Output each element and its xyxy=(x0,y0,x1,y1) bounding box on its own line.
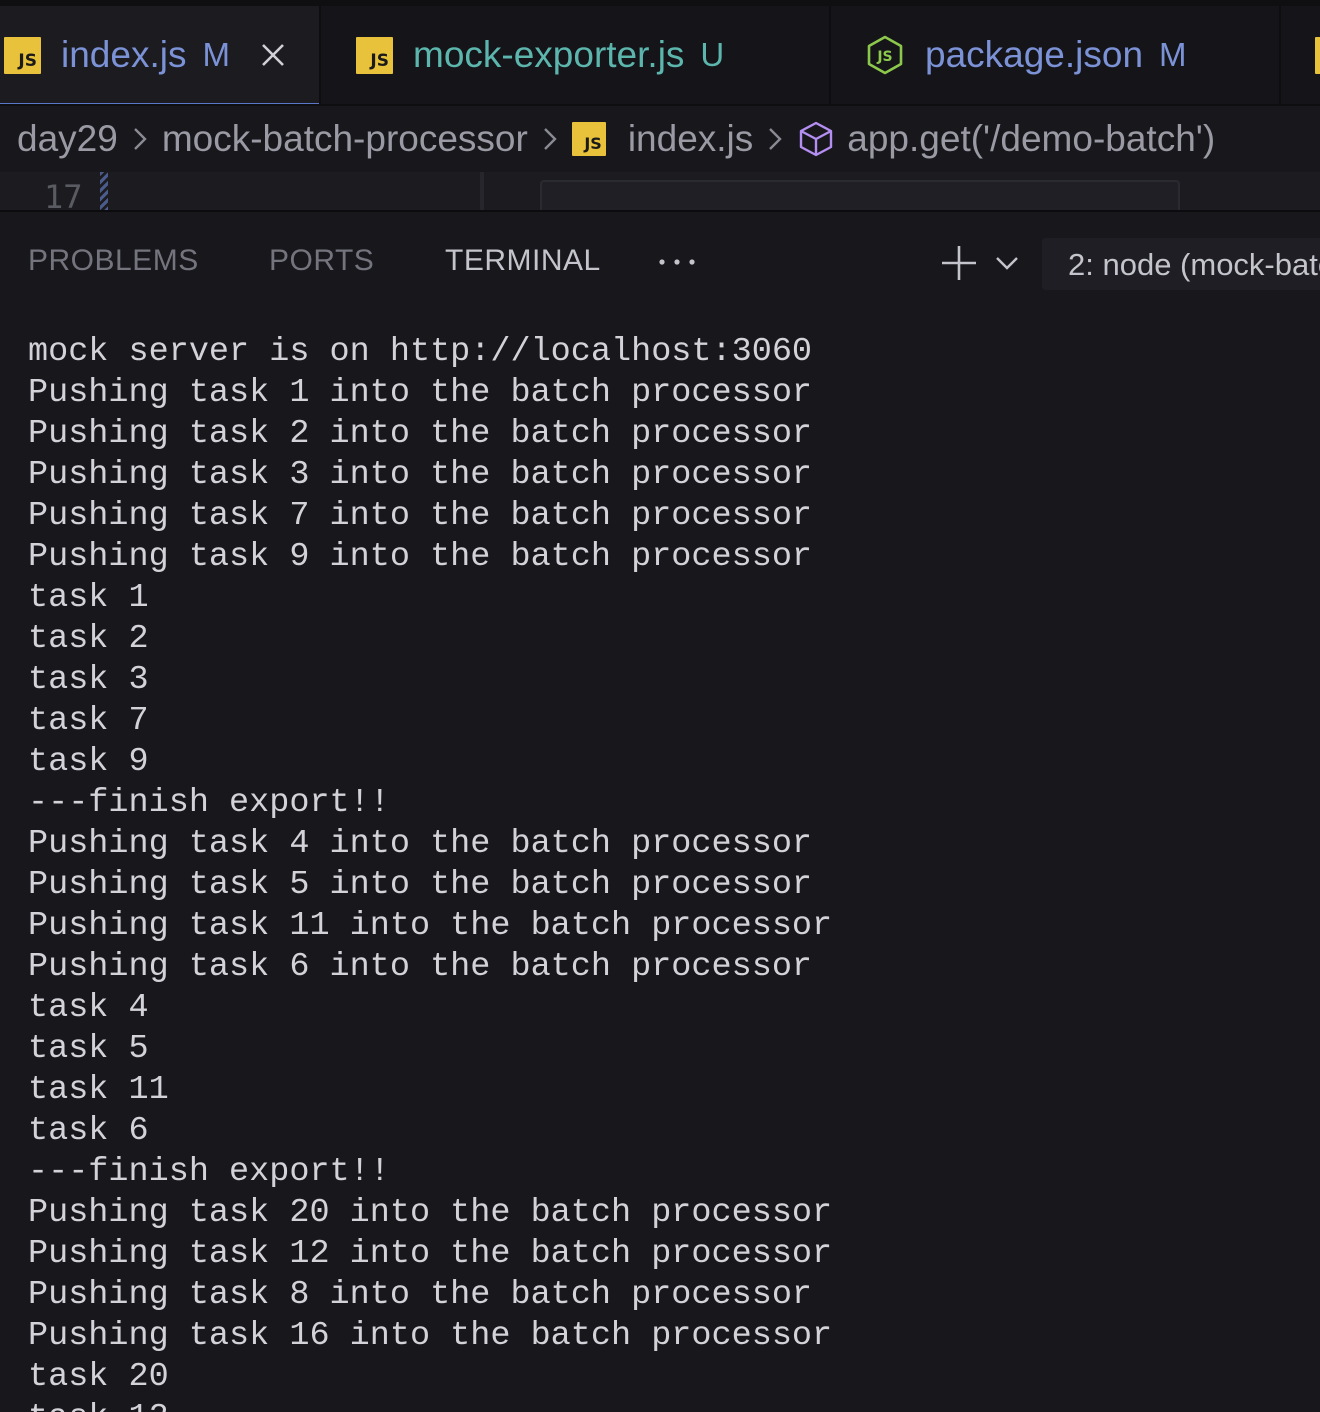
git-status-badge: M xyxy=(1159,36,1187,73)
js-file-icon: JS xyxy=(571,122,606,156)
editor-split-divider[interactable] xyxy=(480,172,484,210)
nodejs-icon: JS xyxy=(867,35,903,75)
terminal-line: task 3 xyxy=(28,661,149,699)
svg-text:JS: JS xyxy=(876,49,892,65)
terminal-line: Pushing task 16 into the batch processor xyxy=(28,1317,833,1355)
terminal-line: Pushing task 20 into the batch processor xyxy=(28,1194,833,1232)
close-icon[interactable] xyxy=(258,40,288,70)
terminal-output[interactable]: mock server is on http://localhost:3060 P… xyxy=(28,332,1308,1412)
terminal-line: Pushing task 11 into the batch processor xyxy=(28,907,833,945)
terminal-line: task 11 xyxy=(28,1071,169,1109)
terminal-line: task 20 xyxy=(28,1358,169,1396)
find-widget[interactable] xyxy=(540,180,1180,210)
terminal-line: Pushing task 7 into the batch processor xyxy=(28,497,813,535)
tab-package-json[interactable]: JS package.json M xyxy=(831,6,1281,104)
breadcrumb: day29 mock-batch-processor JS index.js a… xyxy=(0,106,1320,172)
terminal-line: Pushing task 8 into the batch processor xyxy=(28,1276,813,1314)
terminal-line: Pushing task 4 into the batch processor xyxy=(28,825,813,863)
chevron-right-icon xyxy=(769,128,782,150)
tab-label: index.js xyxy=(61,34,187,75)
breadcrumb-file[interactable]: index.js xyxy=(628,118,753,160)
breadcrumb-folder-day29[interactable]: day29 xyxy=(17,118,118,160)
terminal-line: Pushing task 5 into the batch processor xyxy=(28,866,813,904)
terminal-line: task 9 xyxy=(28,743,149,781)
tab-terminal[interactable]: TERMINAL xyxy=(445,244,601,278)
panel-header: PROBLEMS PORTS TERMINAL 2: node (mock-ba… xyxy=(0,212,1320,312)
tab-mock-exporter-js[interactable]: JS mock-exporter.js U xyxy=(321,6,831,104)
tab-problems[interactable]: PROBLEMS xyxy=(28,244,199,278)
terminal-line: task 5 xyxy=(28,1030,149,1068)
terminal-line: mock server is on http://localhost:3060 xyxy=(28,333,813,371)
tab-ports[interactable]: PORTS xyxy=(269,244,374,278)
tab-overflow[interactable] xyxy=(1281,6,1320,104)
git-status-badge: M xyxy=(202,36,230,73)
tab-label: package.json xyxy=(925,34,1144,75)
breadcrumb-symbol[interactable]: app.get('/demo-batch') xyxy=(847,118,1215,160)
js-file-icon: JS xyxy=(4,36,41,74)
chevron-right-icon xyxy=(543,128,557,150)
terminal-line: Pushing task 12 into the batch processor xyxy=(28,1235,833,1273)
editor-tab-bar: JS index.js M JS mock-exporter.js U JS p… xyxy=(0,0,1320,106)
chevron-right-icon xyxy=(133,128,147,150)
tab-label: mock-exporter.js xyxy=(413,34,685,75)
terminal-instance-select[interactable]: 2: node (mock-batch-processor) xyxy=(1042,238,1320,290)
git-gutter-indicator xyxy=(100,172,108,210)
editor-area[interactable]: 17 xyxy=(0,172,1320,210)
terminal-line: task 7 xyxy=(28,702,149,740)
bottom-panel: PROBLEMS PORTS TERMINAL 2: node (mock-ba… xyxy=(0,210,1320,1412)
tab-index-js[interactable]: JS index.js M xyxy=(0,6,321,104)
js-file-icon: JS xyxy=(356,36,393,74)
terminal-line: task 1 xyxy=(28,579,149,617)
more-actions-icon[interactable] xyxy=(656,256,698,268)
terminal-line: Pushing task 3 into the batch processor xyxy=(28,456,813,494)
git-status-badge: U xyxy=(700,36,725,73)
terminal-line: ---finish export!! xyxy=(28,1153,390,1191)
symbol-method-cube-icon xyxy=(800,121,833,157)
breadcrumb-folder-project[interactable]: mock-batch-processor xyxy=(162,118,528,160)
terminal-line: Pushing task 9 into the batch processor xyxy=(28,538,813,576)
terminal-line: Pushing task 6 into the batch processor xyxy=(28,948,813,986)
terminal-line: task 4 xyxy=(28,989,149,1027)
chevron-down-icon[interactable] xyxy=(994,252,1020,274)
terminal-line: task 2 xyxy=(28,620,149,658)
new-terminal-plus-icon[interactable] xyxy=(940,244,978,282)
terminal-line: Pushing task 1 into the batch processor xyxy=(28,374,813,412)
terminal-line: task 6 xyxy=(28,1112,149,1150)
terminal-line: Pushing task 2 into the batch processor xyxy=(28,415,813,453)
terminal-line: ---finish export!! xyxy=(28,784,390,822)
line-number: 17 xyxy=(44,178,83,210)
js-file-icon xyxy=(1315,36,1320,74)
